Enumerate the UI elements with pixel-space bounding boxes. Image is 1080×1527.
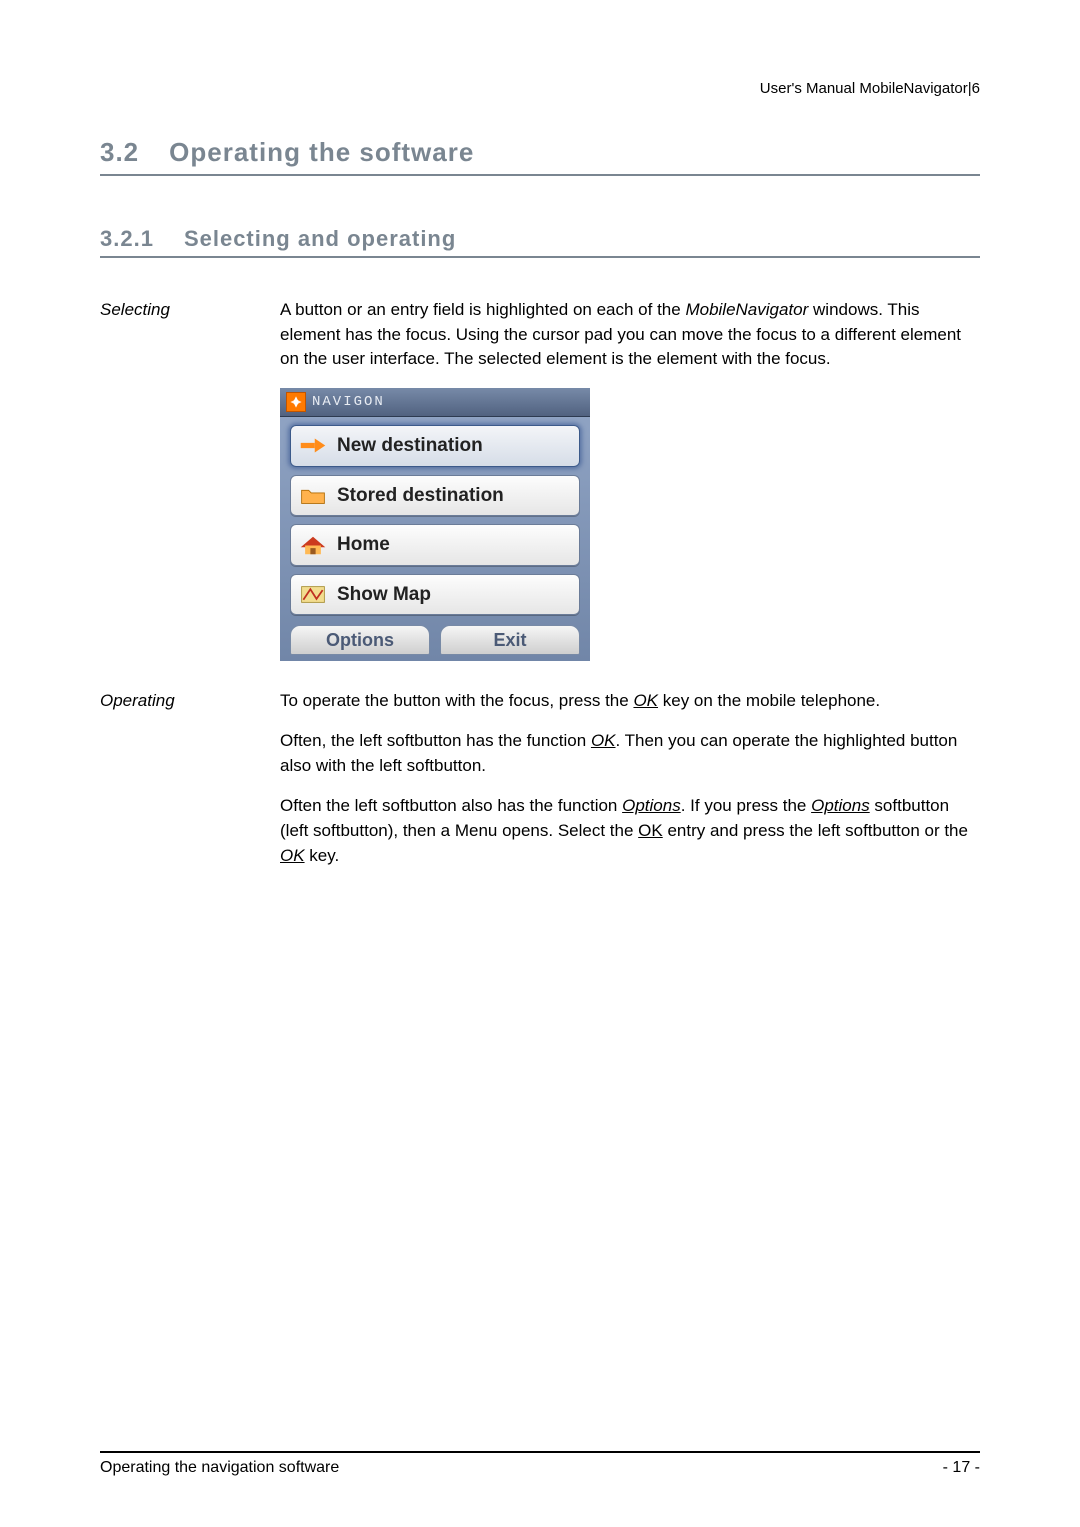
arrow-right-orange-icon [299,435,327,457]
menu-item-home[interactable]: Home [290,524,580,566]
map-icon [299,584,327,606]
key-options-ref: Options [811,796,870,815]
menu-item-show-map[interactable]: Show Map [290,574,580,616]
menu-item-label: Stored destination [337,482,504,510]
app-screenshot: NAVIGON New destination Stored destinati… [280,388,590,661]
app-menu: New destination Stored destination Home [280,417,590,660]
section-number: 3.2 [100,137,139,167]
paragraph-operating-2: Often, the left softbutton has the funct… [280,729,980,778]
key-ok-ref: OK [280,846,305,865]
key-ok-ref: OK [638,821,663,840]
text: entry and press the left softbutton or t… [663,821,968,840]
emphasis-mobilenavigator: MobileNavigator [685,300,808,319]
text: Often the left softbutton also has the f… [280,796,622,815]
softkey-exit-button[interactable]: Exit [440,625,580,654]
app-title-bar: NAVIGON [280,388,590,417]
navigon-logo-icon [286,392,306,412]
folder-orange-icon [299,485,327,507]
section-title: Operating the software [169,137,474,167]
section-heading-3-2: 3.2 Operating the software [100,137,980,176]
app-brand-label: NAVIGON [312,392,385,412]
footer-section-title: Operating the navigation software [100,1459,339,1477]
subsection-number: 3.2.1 [100,226,154,251]
text: . If you press the [681,796,811,815]
menu-item-label: Home [337,531,390,559]
margin-label-operating: Operating [100,689,280,885]
house-orange-icon [299,534,327,556]
key-ok-ref: OK [591,731,616,750]
key-ok-ref: OK [633,691,658,710]
margin-label-selecting: Selecting [100,298,280,679]
softkey-options-button[interactable]: Options [290,625,430,654]
text: To operate the button with the focus, pr… [280,691,633,710]
header-top-right: User's Manual MobileNavigator|6 [100,80,980,97]
subsection-heading-3-2-1: 3.2.1 Selecting and operating [100,226,980,258]
text: Often, the left softbutton has the funct… [280,731,591,750]
menu-item-label: New destination [337,432,483,460]
key-options-ref: Options [622,796,681,815]
subsection-title: Selecting and operating [184,226,456,251]
menu-item-new-destination[interactable]: New destination [290,425,580,467]
footer-page-number: - 17 - [943,1459,980,1477]
paragraph-selecting: A button or an entry field is highlighte… [280,298,980,372]
menu-item-label: Show Map [337,581,431,609]
paragraph-operating-3: Often the left softbutton also has the f… [280,794,980,868]
menu-item-stored-destination[interactable]: Stored destination [290,475,580,517]
text: A button or an entry field is highlighte… [280,300,685,319]
paragraph-operating-1: To operate the button with the focus, pr… [280,689,980,714]
text: key on the mobile telephone. [658,691,880,710]
page-footer: Operating the navigation software - 17 - [100,1451,980,1477]
text: key. [305,846,340,865]
